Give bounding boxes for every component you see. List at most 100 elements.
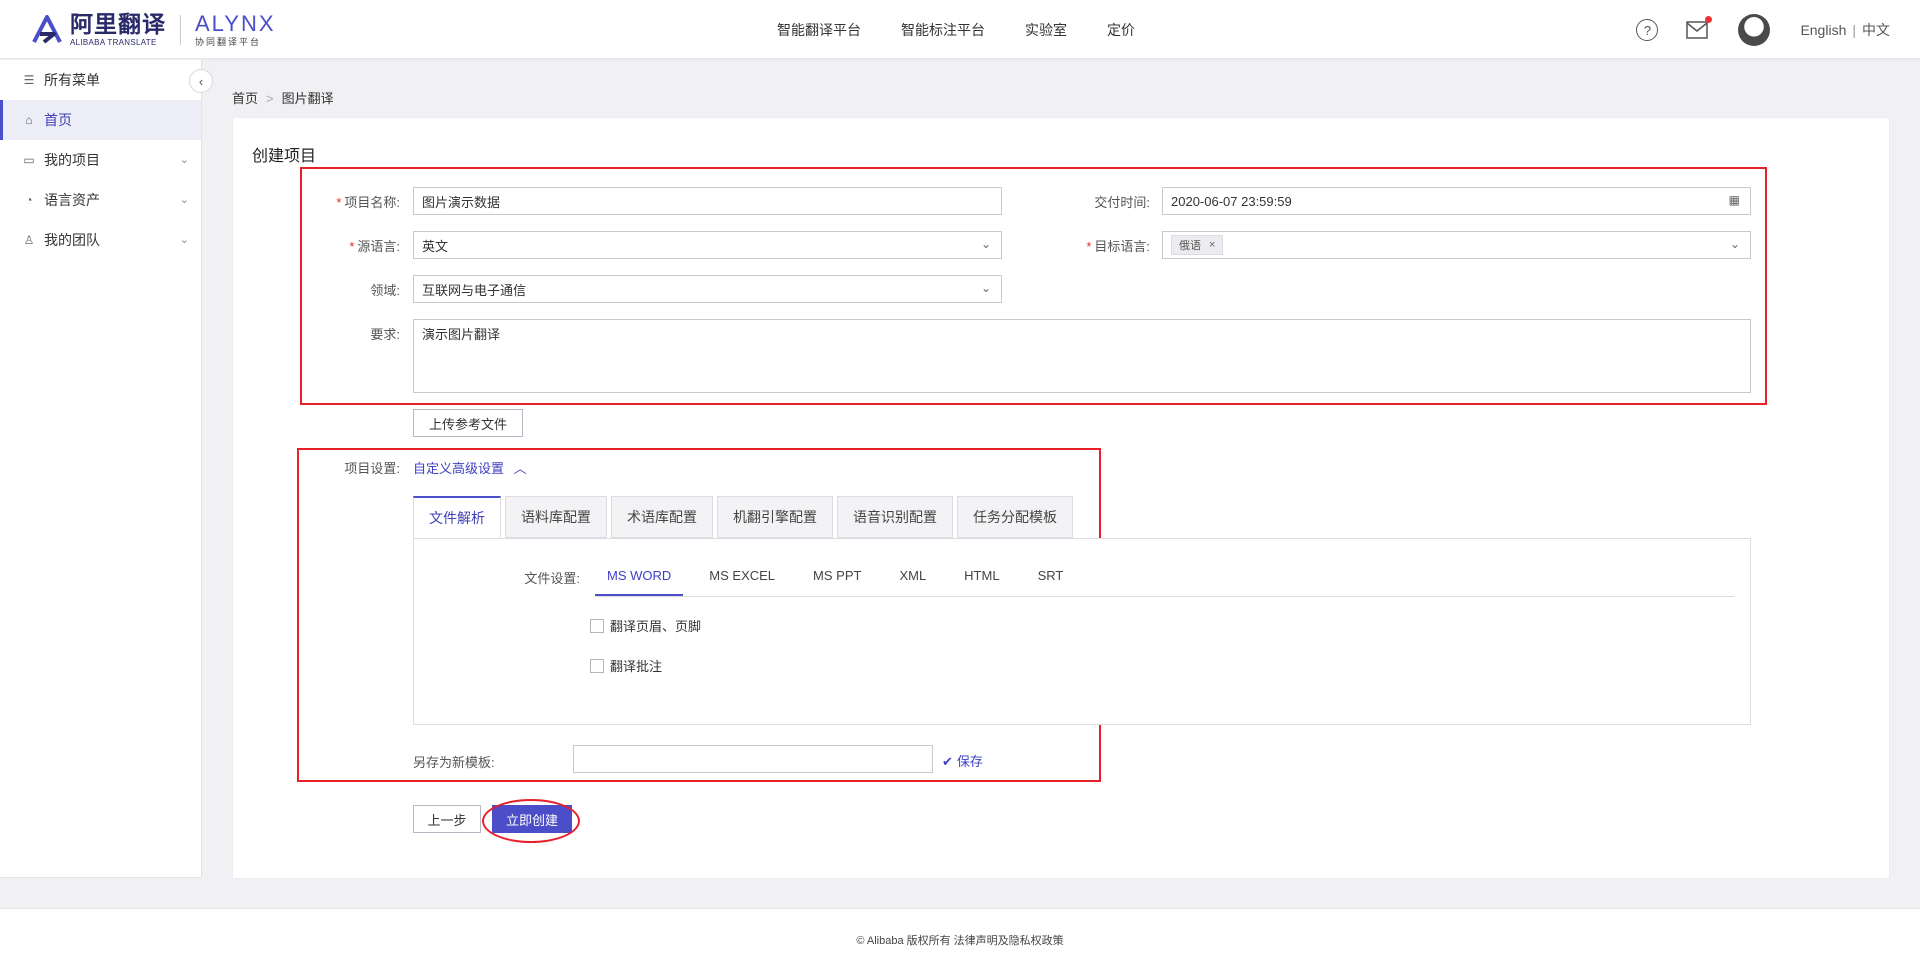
checkbox-header-footer[interactable]: 翻译页眉、页脚 [590, 616, 701, 635]
nav-smart-translate[interactable]: 智能翻译平台 [777, 20, 861, 40]
save-template-label: 另存为新模板: [413, 755, 495, 770]
project-name-value: 图片演示数据 [422, 194, 501, 210]
sidebar-item-my-projects[interactable]: ▭ 我的项目 ⌄ [0, 140, 201, 180]
checkbox-label: 翻译批注 [610, 659, 663, 674]
tab-speech-config[interactable]: 语音识别配置 [837, 496, 953, 538]
help-icon[interactable]: ? [1636, 19, 1659, 41]
logo-divider [180, 15, 181, 45]
template-name-input[interactable] [573, 745, 933, 773]
sidebar-item-label: 首页 [44, 112, 72, 128]
notification-dot [1705, 16, 1713, 23]
requirement-value: 演示图片翻译 [422, 327, 501, 342]
logo[interactable]: 阿里翻译 ALIBABA TRANSLATE ALYNX 协同翻译平台 [30, 12, 276, 48]
requirement-textarea[interactable]: 演示图片翻译 [413, 319, 1751, 393]
subtab-xml[interactable]: XML [887, 562, 938, 596]
sidebar-item-my-team[interactable]: ♙ 我的团队 ⌄ [0, 220, 201, 260]
requirement-label: 要求: [370, 327, 400, 342]
lang-separator: | [1852, 22, 1856, 38]
chevron-down-icon: ⌄ [179, 154, 189, 166]
top-header: 阿里翻译 ALIBABA TRANSLATE ALYNX 协同翻译平台 智能翻译… [0, 0, 1920, 59]
breadcrumb-home[interactable]: 首页 [232, 91, 258, 106]
avatar[interactable] [1738, 14, 1771, 46]
source-language-select[interactable]: 英文 ⌄ [413, 231, 1002, 259]
delivery-time-label: 交付时间: [1094, 195, 1150, 210]
tab-corpus-config[interactable]: 语料库配置 [505, 496, 607, 538]
sidebar-item-home[interactable]: ⌂ 首页 [0, 100, 201, 140]
chevron-left-icon: ‹ [198, 73, 204, 89]
save-template-link[interactable]: ✔ 保存 [942, 751, 983, 770]
subtab-ms-excel[interactable]: MS EXCEL [697, 562, 787, 596]
page-title: 创建项目 [252, 148, 317, 165]
footer-text: © Alibaba 版权所有 法律声明及隐私权政策 [856, 935, 1064, 947]
project-settings-label: 项目设置: [344, 461, 400, 476]
mail-icon[interactable] [1686, 16, 1713, 39]
sidebar-item-label: 所有菜单 [44, 72, 100, 88]
subtab-html[interactable]: HTML [952, 562, 1011, 596]
checkmark-icon: ✔ [942, 754, 953, 769]
lang-english[interactable]: English [1800, 22, 1846, 38]
chevron-down-icon: ⌄ [980, 237, 991, 251]
upload-reference-button[interactable]: 上传参考文件 [413, 409, 523, 437]
close-icon[interactable]: × [1209, 239, 1215, 251]
delivery-time-value: 2020-06-07 23:59:59 [1171, 193, 1292, 209]
sidebar-item-label: 我的项目 [44, 152, 100, 168]
tab-mt-engine-config[interactable]: 机翻引擎配置 [717, 496, 833, 538]
checkbox-label: 翻译页眉、页脚 [610, 619, 702, 634]
sidebar-item-label: 我的团队 [44, 232, 100, 248]
nav-lab[interactable]: 实验室 [1025, 20, 1067, 40]
delivery-time-input[interactable]: 2020-06-07 23:59:59 ▦ [1162, 187, 1751, 215]
chevron-down-icon: ⌄ [1729, 237, 1740, 251]
tab-file-parsing[interactable]: 文件解析 [413, 496, 501, 538]
calendar-icon: ▦ [1728, 193, 1740, 207]
checkbox-comments[interactable]: 翻译批注 [590, 656, 662, 675]
logo-subtext: ALIBABA TRANSLATE [70, 38, 157, 47]
tab-task-template[interactable]: 任务分配模板 [957, 496, 1073, 538]
chevron-up-icon: ︿ [513, 461, 527, 476]
alynx-logo-text: ALYNX [195, 11, 276, 36]
alynx-logo-subtext: 协同翻译平台 [195, 37, 262, 47]
list-icon: ☰ [23, 73, 35, 87]
previous-step-button[interactable]: 上一步 [413, 805, 481, 833]
subtab-srt[interactable]: SRT [1026, 562, 1076, 596]
settings-tabs: 文件解析 语料库配置 术语库配置 机翻引擎配置 语音识别配置 任务分配模板 [413, 496, 1077, 538]
alibaba-translate-logo-icon [32, 15, 62, 44]
user-icon: ♙ [23, 233, 35, 247]
checkbox-box[interactable] [590, 618, 604, 633]
highlight-ring-create [482, 799, 580, 843]
subtab-ms-ppt[interactable]: MS PPT [801, 562, 873, 596]
chevron-down-icon: ⌄ [980, 281, 991, 295]
source-language-label: * 源语言: [349, 239, 400, 254]
tab-termbase-config[interactable]: 术语库配置 [611, 496, 713, 538]
breadcrumb-separator: > [266, 91, 274, 106]
checkbox-box[interactable] [590, 658, 604, 673]
collapse-sidebar-button[interactable]: ‹ [189, 69, 213, 93]
project-name-input[interactable]: 图片演示数据 [413, 187, 1002, 215]
folder-icon: ▭ [23, 153, 35, 167]
file-settings-label: 文件设置: [524, 571, 580, 586]
top-nav: 智能翻译平台 智能标注平台 实验室 定价 [777, 20, 1175, 40]
sidebar-item-label: 语言资产 [44, 192, 100, 208]
target-language-tag: 俄语 × [1171, 235, 1224, 255]
home-icon: ⌂ [25, 113, 33, 127]
nav-pricing[interactable]: 定价 [1107, 20, 1135, 40]
target-language-select[interactable]: 俄语 × ⌄ [1162, 231, 1751, 259]
file-type-tabs: MS WORD MS EXCEL MS PPT XML HTML SRT [595, 562, 1089, 596]
target-language-label: * 目标语言: [1086, 239, 1150, 254]
source-language-value: 英文 [422, 238, 449, 254]
clock-icon: ◔ [25, 193, 33, 207]
lang-chinese[interactable]: 中文 [1862, 22, 1890, 38]
logo-text: 阿里翻译 [70, 11, 166, 37]
sidebar-item-language-assets[interactable]: ◔ 语言资产 ⌄ [0, 180, 201, 220]
tag-label: 俄语 [1179, 240, 1201, 252]
sidebar-item-all-menus[interactable]: ☰ 所有菜单 ‹ [0, 60, 213, 100]
chevron-down-icon: ⌄ [179, 194, 189, 206]
advanced-settings-link[interactable]: 自定义高级设置 ︿ [413, 458, 527, 477]
nav-smart-annotate[interactable]: 智能标注平台 [901, 20, 985, 40]
breadcrumb-current: 图片翻译 [281, 91, 334, 106]
subtab-divider [595, 596, 1734, 597]
subtab-ms-word[interactable]: MS WORD [595, 562, 684, 596]
domain-select[interactable]: 互联网与电子通信 ⌄ [413, 275, 1002, 303]
domain-label: 领域: [370, 283, 400, 298]
domain-value: 互联网与电子通信 [422, 282, 527, 298]
sidebar: ☰ 所有菜单 ‹ ⌂ 首页 ▭ 我的项目 ⌄ ◔ 语言资产 ⌄ ♙ 我的团队 ⌄ [0, 60, 213, 878]
